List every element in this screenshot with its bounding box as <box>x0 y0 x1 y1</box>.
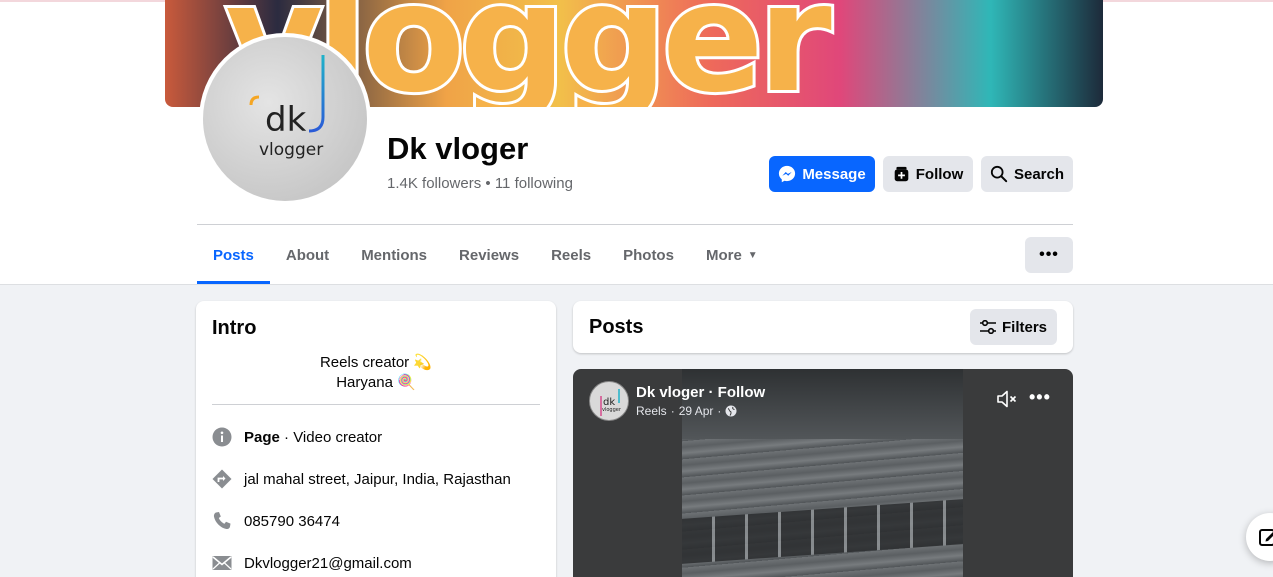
follow-button[interactable]: Follow <box>883 156 973 192</box>
message-button[interactable]: Message <box>769 156 875 192</box>
page-title: Dk vloger <box>387 131 529 166</box>
post-options-icon[interactable]: ••• <box>1029 387 1051 408</box>
meta-separator: · <box>670 404 675 418</box>
followers-link[interactable]: 1.4K followers <box>387 175 481 192</box>
tab-mentions[interactable]: Mentions <box>345 226 443 284</box>
search-icon <box>990 165 1008 183</box>
email-text[interactable]: Dkvlogger21@gmail.com <box>244 555 412 572</box>
stats-separator: • <box>485 175 491 192</box>
bio-line: Reels creator 💫 <box>319 354 433 371</box>
intro-bio: Reels creator 💫 Haryana 🍭 <box>212 353 540 393</box>
intro-phone: 085790 36474 <box>212 511 340 531</box>
profile-avatar[interactable]: dk vlogger <box>199 33 371 205</box>
intro-category: Page · Video creator <box>212 427 382 447</box>
svg-text:dk: dk <box>265 100 307 140</box>
messenger-icon <box>779 165 796 183</box>
vlogger-logo: dk vlogger <box>249 55 325 195</box>
post-author-avatar[interactable]: dk vlogger <box>589 381 629 421</box>
svg-text:vlogger: vlogger <box>259 140 323 160</box>
tab-posts[interactable]: Posts <box>197 226 270 284</box>
phone-text[interactable]: 085790 36474 <box>244 513 340 530</box>
intro-address: jal mahal street, Jaipur, India, Rajasth… <box>212 469 511 489</box>
info-icon <box>212 427 232 447</box>
filters-label: Filters <box>1001 318 1047 336</box>
tab-reels[interactable]: Reels <box>535 226 607 284</box>
filters-button[interactable]: Filters <box>970 309 1057 345</box>
globe-icon <box>725 405 737 417</box>
intro-card: Intro Reels creator 💫 Haryana 🍭 Page · V… <box>196 301 556 577</box>
search-button[interactable]: Search <box>981 156 1073 192</box>
intro-title: Intro <box>212 317 257 339</box>
posts-title: Posts <box>589 316 644 338</box>
caret-down-icon: ▼ <box>747 249 758 261</box>
following-link[interactable]: 11 following <box>495 175 573 192</box>
profile-tabs: Posts About Mentions Reviews Reels Photo… <box>197 226 774 284</box>
search-label: Search <box>1013 165 1065 183</box>
message-label: Message <box>802 165 866 183</box>
tab-photos[interactable]: Photos <box>607 226 690 284</box>
intro-email: Dkvlogger21@gmail.com <box>212 553 412 573</box>
intro-divider <box>212 404 540 405</box>
bio-line: Haryana 🍭 <box>336 374 416 391</box>
phone-icon <box>212 511 232 531</box>
compose-icon <box>1259 529 1273 546</box>
follow-label: Follow <box>915 165 964 183</box>
reel-post[interactable]: dk vlogger Dk vloger · Follow Reels · 29… <box>573 369 1073 577</box>
more-options-button[interactable]: ••• <box>1025 237 1073 273</box>
post-meta: Reels · 29 Apr · <box>636 404 737 418</box>
header-divider <box>197 224 1073 225</box>
post-date[interactable]: 29 Apr <box>679 404 714 418</box>
more-dots-icon: ••• <box>1039 246 1059 263</box>
meta-separator: · <box>717 404 722 418</box>
follow-icon <box>894 166 909 181</box>
post-author-name[interactable]: Dk vloger · Follow <box>636 384 765 401</box>
email-icon <box>212 553 232 573</box>
page-stats: 1.4K followers • 11 following <box>387 175 573 192</box>
address-text[interactable]: jal mahal street, Jaipur, India, Rajasth… <box>244 471 511 488</box>
tab-more[interactable]: More ▼ <box>690 226 774 284</box>
new-message-button[interactable] <box>1246 513 1273 561</box>
tab-about[interactable]: About <box>270 226 345 284</box>
directions-icon <box>212 469 232 489</box>
tab-reviews[interactable]: Reviews <box>443 226 535 284</box>
post-type[interactable]: Reels <box>636 404 667 418</box>
filters-icon <box>979 320 996 334</box>
muted-speaker-icon[interactable] <box>996 389 1018 409</box>
svg-text:vlogger: vlogger <box>602 407 622 413</box>
